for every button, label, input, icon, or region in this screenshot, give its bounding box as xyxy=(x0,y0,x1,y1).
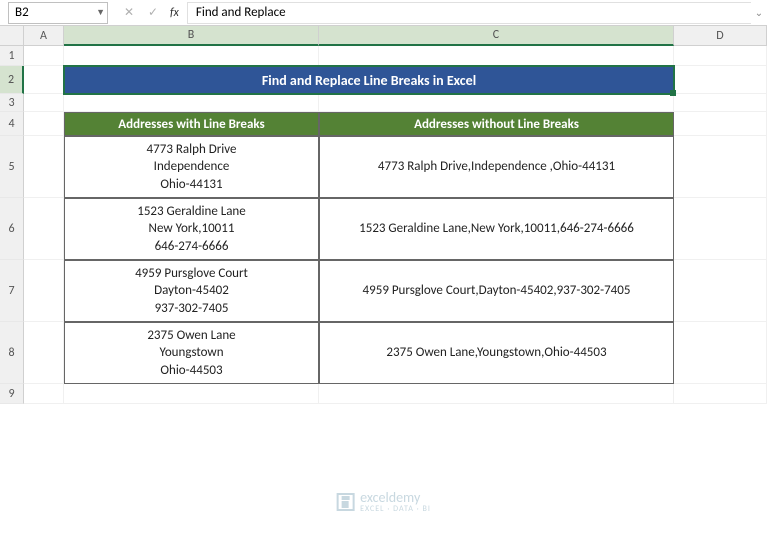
cell-a5[interactable] xyxy=(24,136,64,198)
table-header-without[interactable]: Addresses without Line Breaks xyxy=(319,112,674,136)
cell-b8[interactable]: 2375 Owen Lane Youngstown Ohio-44503 xyxy=(64,322,319,384)
cell-d2[interactable] xyxy=(674,66,767,94)
formula-buttons: ✕ ✓ xyxy=(118,3,164,23)
cell-c1[interactable] xyxy=(319,46,674,66)
enter-icon[interactable]: ✓ xyxy=(142,3,164,23)
cell-b5[interactable]: 4773 Ralph Drive Independence Ohio-44131 xyxy=(64,136,319,198)
formula-bar-value: Find and Replace xyxy=(196,5,286,20)
name-box[interactable]: B2 ▼ xyxy=(8,2,108,24)
cell-a6[interactable] xyxy=(24,198,64,260)
cell-a3[interactable] xyxy=(24,94,64,112)
row-header-5[interactable]: 5 xyxy=(0,136,24,198)
fx-icon[interactable]: fx xyxy=(170,6,179,20)
title-cell[interactable]: Find and Replace Line Breaks in Excel xyxy=(64,66,674,94)
cell-a9[interactable] xyxy=(24,384,64,404)
col-header-b[interactable]: B xyxy=(64,26,319,46)
cell-d4[interactable] xyxy=(674,112,767,136)
cell-d1[interactable] xyxy=(674,46,767,66)
row-header-9[interactable]: 9 xyxy=(0,384,24,404)
row-header-3[interactable]: 3 xyxy=(0,94,24,112)
spreadsheet-grid: A B C D 1 2 Find and Replace Line Breaks… xyxy=(0,26,767,404)
cell-c6[interactable]: 1523 Geraldine Lane,New York,10011,646-2… xyxy=(319,198,674,260)
cell-b9[interactable] xyxy=(64,384,319,404)
exceldemy-logo-icon xyxy=(336,493,354,511)
chevron-down-icon[interactable]: ▼ xyxy=(96,7,105,18)
table-header-with[interactable]: Addresses with Line Breaks xyxy=(64,112,319,136)
row-header-8[interactable]: 8 xyxy=(0,322,24,384)
cell-d3[interactable] xyxy=(674,94,767,112)
cell-b6[interactable]: 1523 Geraldine Lane New York,10011 646-2… xyxy=(64,198,319,260)
page-title: Find and Replace Line Breaks in Excel xyxy=(262,72,476,89)
cell-c3[interactable] xyxy=(319,94,674,112)
cell-a8[interactable] xyxy=(24,322,64,384)
cell-d8[interactable] xyxy=(674,322,767,384)
cell-a2[interactable] xyxy=(24,66,64,94)
row-header-1[interactable]: 1 xyxy=(0,46,24,66)
cell-d6[interactable] xyxy=(674,198,767,260)
row-header-6[interactable]: 6 xyxy=(0,198,24,260)
cell-b1[interactable] xyxy=(64,46,319,66)
cell-d5[interactable] xyxy=(674,136,767,198)
cell-a1[interactable] xyxy=(24,46,64,66)
cell-a4[interactable] xyxy=(24,112,64,136)
cell-c8[interactable]: 2375 Owen Lane,Youngstown,Ohio-44503 xyxy=(319,322,674,384)
watermark: exceldemy EXCEL · DATA · BI xyxy=(336,489,431,514)
watermark-text: exceldemy EXCEL · DATA · BI xyxy=(360,489,431,514)
cell-d9[interactable] xyxy=(674,384,767,404)
formula-bar-input[interactable]: Find and Replace xyxy=(187,2,751,24)
cell-b3[interactable] xyxy=(64,94,319,112)
row-header-7[interactable]: 7 xyxy=(0,260,24,322)
cell-c5[interactable]: 4773 Ralph Drive,Independence ,Ohio-4413… xyxy=(319,136,674,198)
select-all-corner[interactable] xyxy=(0,26,24,46)
row-header-4[interactable]: 4 xyxy=(0,112,24,136)
cancel-icon[interactable]: ✕ xyxy=(118,3,140,23)
col-header-a[interactable]: A xyxy=(24,26,64,46)
cell-b7[interactable]: 4959 Pursglove Court Dayton-45402 937-30… xyxy=(64,260,319,322)
name-box-value: B2 xyxy=(15,5,29,20)
row-header-2[interactable]: 2 xyxy=(0,66,24,94)
col-header-d[interactable]: D xyxy=(674,26,767,46)
col-header-c[interactable]: C xyxy=(319,26,674,46)
cell-c7[interactable]: 4959 Pursglove Court,Dayton-45402,937-30… xyxy=(319,260,674,322)
expand-formula-bar-icon[interactable]: ⌄ xyxy=(751,6,767,19)
cell-d7[interactable] xyxy=(674,260,767,322)
watermark-sub: EXCEL · DATA · BI xyxy=(360,504,431,514)
cell-c9[interactable] xyxy=(319,384,674,404)
formula-bar-area: B2 ▼ ✕ ✓ fx Find and Replace ⌄ xyxy=(0,0,767,26)
cell-a7[interactable] xyxy=(24,260,64,322)
